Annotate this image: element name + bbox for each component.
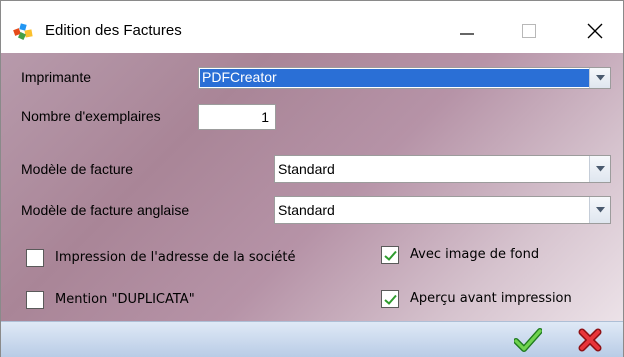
print-address-label: Impression de l'adresse de la société [55,250,296,265]
red-x-icon [578,328,602,352]
invoice-model-select[interactable]: Standard [274,155,611,183]
invoice-model-en-value: Standard [278,202,335,218]
printer-dropdown-button[interactable] [589,68,610,88]
chevron-down-icon [595,166,605,172]
checkmark-icon [383,250,397,261]
button-bar [1,321,623,357]
minimize-icon [460,33,474,35]
chevron-down-icon [595,207,605,213]
minimize-button[interactable] [439,11,495,51]
preview-checkbox[interactable] [381,290,399,308]
maximize-button[interactable] [501,11,557,51]
invoice-model-en-dropdown-button[interactable] [589,197,610,223]
printer-label: Imprimante [21,69,92,85]
cancel-button[interactable] [575,325,605,355]
duplicata-label: Mention "DUPLICATA" [55,292,195,307]
checkmark-icon [383,294,397,305]
invoice-model-value: Standard [278,161,335,177]
invoice-model-dropdown-button[interactable] [589,156,610,182]
dialog-body [1,53,623,321]
title-bar: Edition des Factures [1,1,623,53]
maximize-icon [522,24,536,38]
app-icon [13,23,35,41]
green-check-icon [514,328,542,352]
close-icon [587,23,603,39]
dialog-window: Edition des Factures Imprimante PDFCreat… [0,0,624,357]
invoice-model-label: Modèle de facture [21,161,134,177]
chevron-down-icon [595,75,605,81]
invoice-model-en-label: Modèle de facture anglaise [21,202,190,218]
invoice-model-en-select[interactable]: Standard [274,196,611,224]
duplicata-checkbox[interactable] [26,291,44,309]
copies-label: Nombre d'exemplaires [21,108,161,124]
printer-value: PDFCreator [200,69,589,87]
background-image-checkbox[interactable] [381,246,399,264]
print-address-checkbox[interactable] [26,249,44,267]
preview-label: Aperçu avant impression [410,291,572,306]
close-button[interactable] [567,11,623,51]
copies-input[interactable]: 1 [198,104,276,130]
window-title: Edition des Factures [45,22,182,39]
ok-button[interactable] [513,325,543,355]
background-image-label: Avec image de fond [410,247,540,262]
printer-select[interactable]: PDFCreator [198,67,611,89]
